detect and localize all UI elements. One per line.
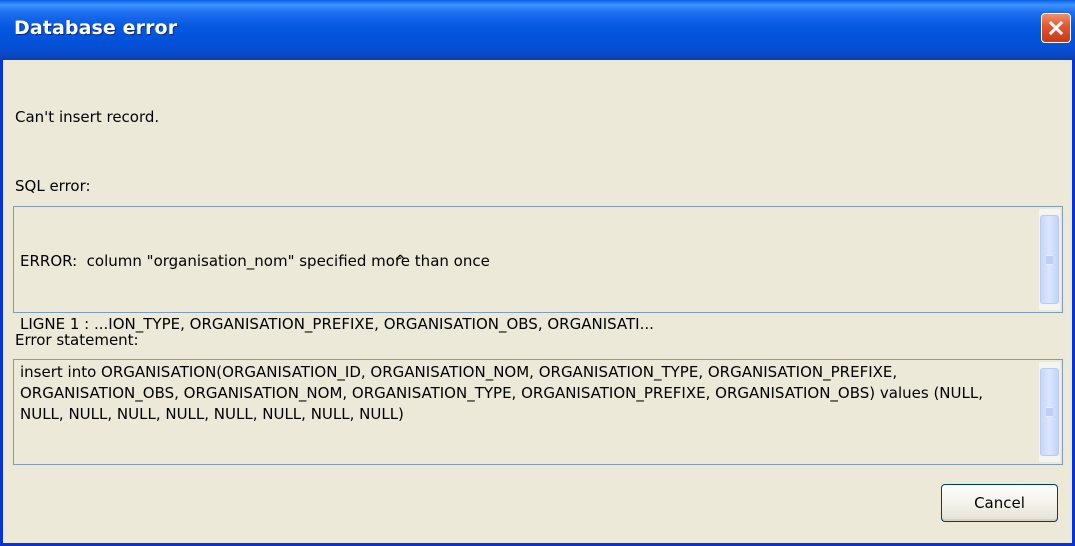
close-x-icon [1048,20,1064,36]
error-statement-scrollbar[interactable] [1039,362,1060,462]
sql-error-line-2: LIGNE 1 : ...ION_TYPE, ORGANISATION_PREF… [20,315,654,333]
error-statement-text: insert into ORGANISATION(ORGANISATION_ID… [20,363,988,423]
sql-error-label: SQL error: [15,177,91,195]
error-message: Can't insert record. [15,108,160,126]
scroll-grip-icon [1046,255,1053,264]
window-title: Database error [14,17,178,39]
sql-error-textbox[interactable]: ERROR: column "organisation_nom" specifi… [13,206,1063,333]
scrollbar-thumb[interactable] [1040,368,1059,456]
dialog-window: Database error Can't insert record. SQL … [0,0,1075,546]
scrollbar-thumb[interactable] [1040,215,1059,304]
scroll-grip-icon [1046,407,1053,417]
title-bar[interactable]: Database error [0,0,1075,60]
close-button[interactable] [1041,13,1071,43]
sql-error-caret: ^ [394,252,407,270]
error-statement-label: Error statement: [15,331,139,349]
sql-error-line-1: ERROR: column "organisation_nom" specifi… [20,252,490,270]
error-statement-textbox[interactable]: insert into ORGANISATION(ORGANISATION_ID… [13,359,1063,465]
sql-error-scrollbar[interactable] [1039,209,1060,310]
cancel-button[interactable]: Cancel [941,484,1058,522]
